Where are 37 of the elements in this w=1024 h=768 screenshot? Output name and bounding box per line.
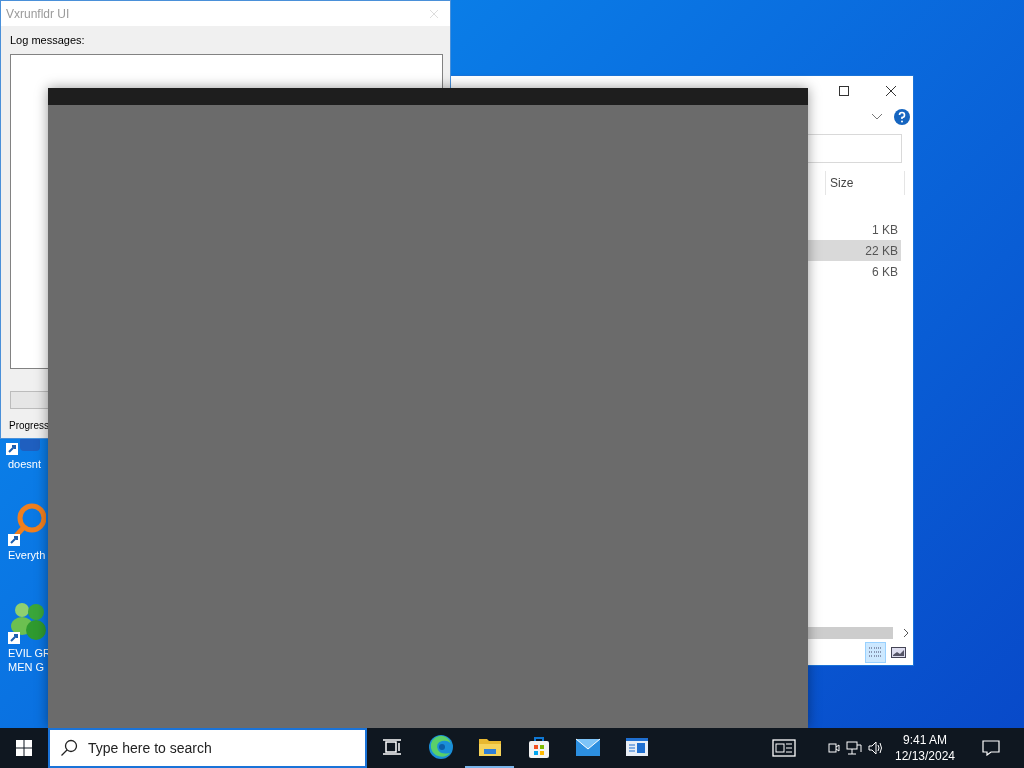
search-icon [60,739,78,757]
clock[interactable]: 9:41 AM 12/13/2024 [892,732,958,764]
progress-label: Progress [9,418,50,433]
image-icon [891,647,906,658]
chevron-right-icon[interactable] [903,628,909,638]
task-view-icon[interactable] [381,738,402,756]
desktop-icon-label[interactable]: doesnt [6,457,42,471]
notification-icon[interactable] [982,740,1000,756]
close-icon[interactable] [885,85,897,97]
mail-icon[interactable] [574,737,601,757]
clock-date: 12/13/2024 [894,748,956,764]
details-list-icon [868,646,883,659]
windows-start-icon[interactable] [16,740,32,756]
file-size: 22 KB [865,242,898,260]
magnifier-icon [6,502,46,548]
network-icon[interactable] [846,740,862,756]
news-icon[interactable] [772,739,796,757]
column-header[interactable]: Size [830,174,854,192]
help-icon[interactable] [893,108,911,126]
camera-icon[interactable] [828,740,840,756]
chevron-down-icon[interactable] [871,113,883,121]
window-icon[interactable] [624,737,649,757]
edge-icon[interactable] [427,734,454,760]
maximize-icon[interactable] [839,86,849,96]
shopping-bag-icon[interactable] [526,735,551,759]
desktop-icon-label[interactable]: Everyth [6,548,46,562]
desktop-icon-label[interactable]: MEN G [6,660,45,674]
folder-icon[interactable] [477,736,502,758]
volume-icon[interactable] [868,740,884,756]
log-label: Log messages: [10,33,86,48]
people-icon [6,600,46,646]
file-size: 1 KB [872,221,898,239]
window-title: Vxrunfldr UI [6,5,70,23]
taskbar-search-bar[interactable]: Type here to search [48,728,367,768]
file-size: 6 KB [872,263,898,281]
search-input[interactable]: Type here to search [88,737,355,759]
clock-time: 9:41 AM [903,732,947,748]
